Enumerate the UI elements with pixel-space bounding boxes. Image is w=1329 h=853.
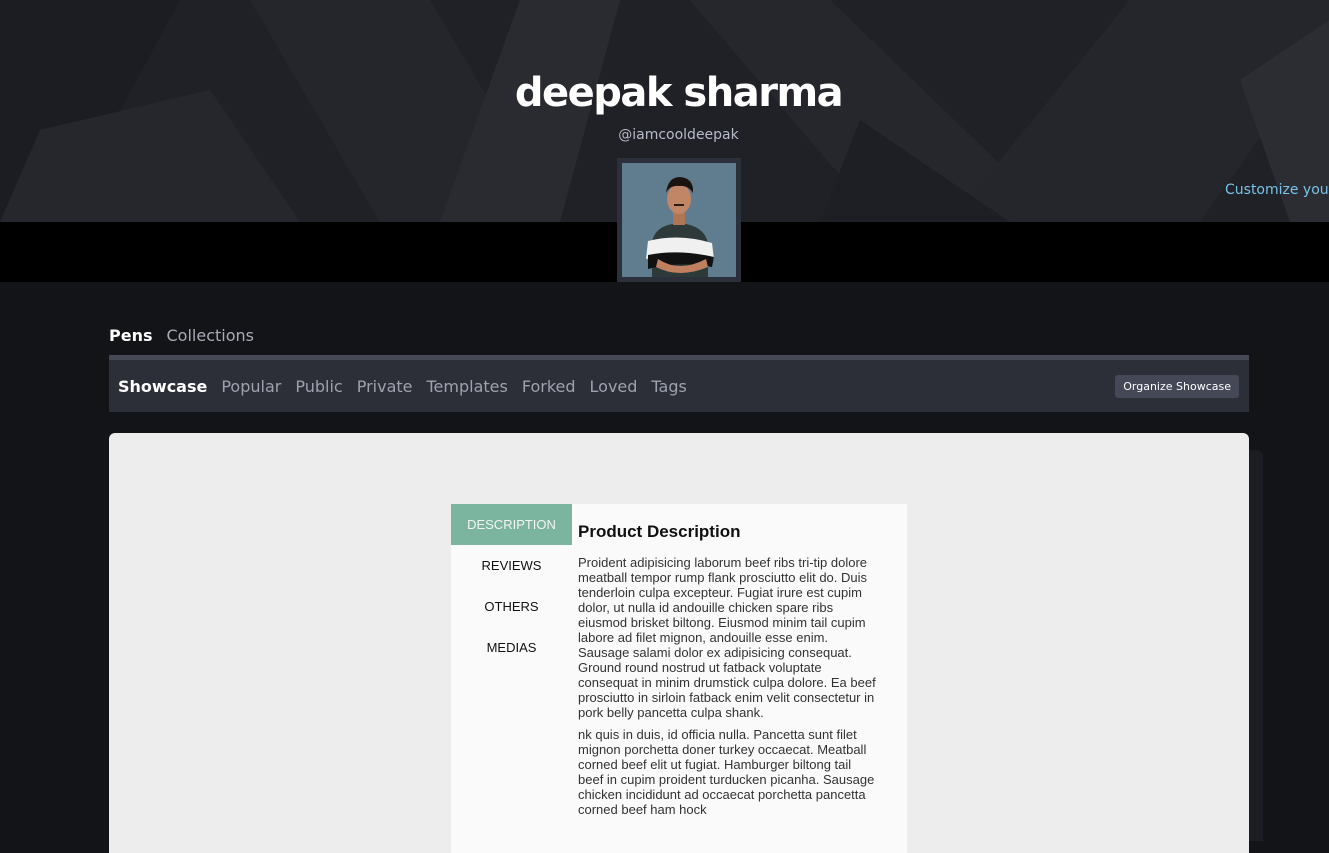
tab-reviews[interactable]: REVIEWS — [451, 545, 572, 586]
content-paragraph: Proident adipisicing laborum beef ribs t… — [578, 555, 876, 720]
organize-showcase-button[interactable]: Organize Showcase — [1115, 375, 1239, 398]
tab-others[interactable]: OTHERS — [451, 586, 572, 627]
subnav-item-popular[interactable]: Popular — [221, 377, 281, 396]
profile-handle[interactable]: @iamcooldeepak — [0, 127, 1329, 143]
avatar-person-image — [622, 163, 736, 277]
product-tab-list: DESCRIPTION REVIEWS OTHERS MEDIAS — [451, 504, 572, 668]
subnav-item-forked[interactable]: Forked — [522, 377, 576, 396]
avatar[interactable] — [622, 163, 736, 277]
subnav-item-private[interactable]: Private — [357, 377, 413, 396]
profile-name: deepak sharma — [514, 70, 844, 116]
pens-subnav: Showcase Popular Public Private Template… — [109, 355, 1249, 412]
subnav-item-public[interactable]: Public — [295, 377, 342, 396]
subnav-items: Showcase Popular Public Private Template… — [118, 377, 687, 396]
subnav-item-templates[interactable]: Templates — [426, 377, 507, 396]
top-tabs: Pens Collections — [109, 326, 254, 345]
avatar-frame — [617, 158, 741, 282]
tab-medias[interactable]: MEDIAS — [451, 627, 572, 668]
tab-description[interactable]: DESCRIPTION — [451, 504, 572, 545]
subnav-item-tags[interactable]: Tags — [651, 377, 686, 396]
card-shadow — [1249, 450, 1263, 841]
product-tab-widget: DESCRIPTION REVIEWS OTHERS MEDIAS Produc… — [451, 504, 907, 853]
tab-pens[interactable]: Pens — [109, 326, 153, 345]
content-title: Product Description — [578, 522, 741, 541]
product-tab-content: Product Description Proident adipisicing… — [578, 522, 878, 824]
content-paragraph: nk quis in duis, id officia nulla. Pance… — [578, 727, 875, 817]
subnav-item-showcase[interactable]: Showcase — [118, 377, 207, 396]
customize-profile-link[interactable]: Customize your — [1225, 182, 1329, 198]
subnav-item-loved[interactable]: Loved — [590, 377, 638, 396]
showcase-pen-preview[interactable]: DESCRIPTION REVIEWS OTHERS MEDIAS Produc… — [109, 433, 1249, 853]
tab-collections[interactable]: Collections — [167, 326, 254, 345]
